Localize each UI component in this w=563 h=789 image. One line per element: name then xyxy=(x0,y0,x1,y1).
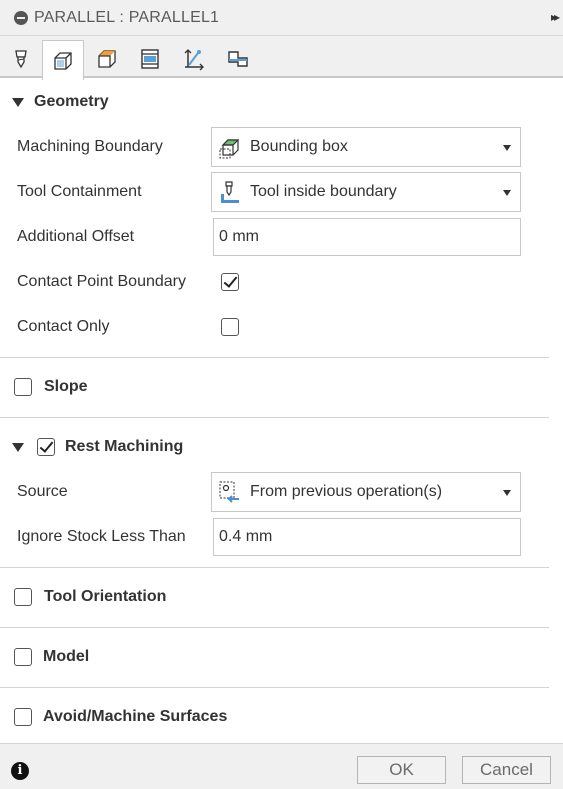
rest-machining-checkbox[interactable] xyxy=(37,438,55,456)
avoid-machine-surfaces-checkbox[interactable] xyxy=(14,708,32,726)
geometry-section-header[interactable]: Geometry xyxy=(0,82,549,122)
divider xyxy=(0,627,549,628)
model-section-title: Model xyxy=(43,648,90,665)
additional-offset-input[interactable]: 0 mm xyxy=(213,218,521,256)
collapse-triangle-icon[interactable] xyxy=(12,97,24,107)
model-section-header[interactable]: Model xyxy=(0,637,549,677)
tab-bar xyxy=(0,36,563,80)
divider xyxy=(0,417,549,418)
tool-orientation-checkbox[interactable] xyxy=(14,588,32,606)
linking-icon xyxy=(184,49,204,71)
machining-boundary-value: Bounding box xyxy=(250,138,348,155)
geometry-section-title: Geometry xyxy=(34,93,109,110)
tool-containment-select[interactable]: Tool inside boundary xyxy=(211,172,521,212)
dialog-title: PARALLEL : PARALLEL1 xyxy=(34,9,220,26)
bounding-box-icon xyxy=(219,139,240,159)
chevron-down-icon xyxy=(503,190,511,196)
tab-heights[interactable] xyxy=(86,40,128,78)
contact-point-boundary-label: Contact Point Boundary xyxy=(17,273,186,290)
tool-icon xyxy=(15,50,27,69)
source-value: From previous operation(s) xyxy=(250,483,443,500)
dialog-footer: i OK Cancel xyxy=(0,743,563,789)
machining-boundary-label: Machining Boundary xyxy=(17,138,163,155)
heights-icon xyxy=(98,50,116,68)
post-icon xyxy=(228,51,248,67)
ok-button[interactable]: OK xyxy=(357,756,446,784)
cancel-button[interactable]: Cancel xyxy=(462,756,551,784)
divider xyxy=(0,687,549,688)
slope-checkbox[interactable] xyxy=(14,378,32,396)
slope-section-header[interactable]: Slope xyxy=(0,367,549,407)
avoid-machine-surfaces-section-header[interactable]: Avoid/Machine Surfaces xyxy=(0,697,549,737)
collapse-triangle-icon[interactable] xyxy=(12,442,24,452)
expand-icon[interactable]: ▸▸ xyxy=(551,10,560,24)
tool-orientation-section-title: Tool Orientation xyxy=(44,588,167,605)
source-label: Source xyxy=(17,483,68,500)
tab-linking[interactable] xyxy=(173,40,215,78)
tab-geometry[interactable] xyxy=(42,40,84,80)
avoid-machine-surfaces-section-title: Avoid/Machine Surfaces xyxy=(43,708,228,725)
tab-post[interactable] xyxy=(217,40,259,78)
machining-boundary-select[interactable]: Bounding box xyxy=(211,127,521,167)
rest-machining-section-header[interactable]: Rest Machining xyxy=(0,427,549,467)
collapse-icon[interactable] xyxy=(14,11,28,25)
source-select[interactable]: From previous operation(s) xyxy=(211,472,521,512)
tool-containment-value: Tool inside boundary xyxy=(250,183,397,200)
passes-icon xyxy=(141,49,159,69)
tool-inside-icon xyxy=(221,181,239,203)
divider xyxy=(0,567,549,568)
chevron-down-icon xyxy=(503,490,511,496)
chevron-down-icon xyxy=(503,145,511,151)
contact-only-checkbox[interactable] xyxy=(221,318,239,336)
additional-offset-label: Additional Offset xyxy=(17,228,135,245)
previous-operation-icon xyxy=(219,481,239,503)
title-bar: PARALLEL : PARALLEL1 ▸▸ xyxy=(0,0,563,36)
slope-section-title: Slope xyxy=(44,378,88,395)
ignore-stock-input[interactable]: 0.4 mm xyxy=(213,518,521,556)
contact-point-boundary-checkbox[interactable] xyxy=(221,273,239,291)
model-checkbox[interactable] xyxy=(14,648,32,666)
geometry-icon xyxy=(54,51,72,70)
rest-machining-section-title: Rest Machining xyxy=(65,438,184,455)
tool-orientation-section-header[interactable]: Tool Orientation xyxy=(0,577,549,617)
info-icon[interactable]: i xyxy=(11,762,29,780)
tab-tool[interactable] xyxy=(0,40,42,78)
contact-only-label: Contact Only xyxy=(17,318,110,335)
ignore-stock-label: Ignore Stock Less Than xyxy=(17,528,186,545)
tool-containment-label: Tool Containment xyxy=(17,183,142,200)
divider xyxy=(0,357,549,358)
tab-passes[interactable] xyxy=(129,40,171,78)
